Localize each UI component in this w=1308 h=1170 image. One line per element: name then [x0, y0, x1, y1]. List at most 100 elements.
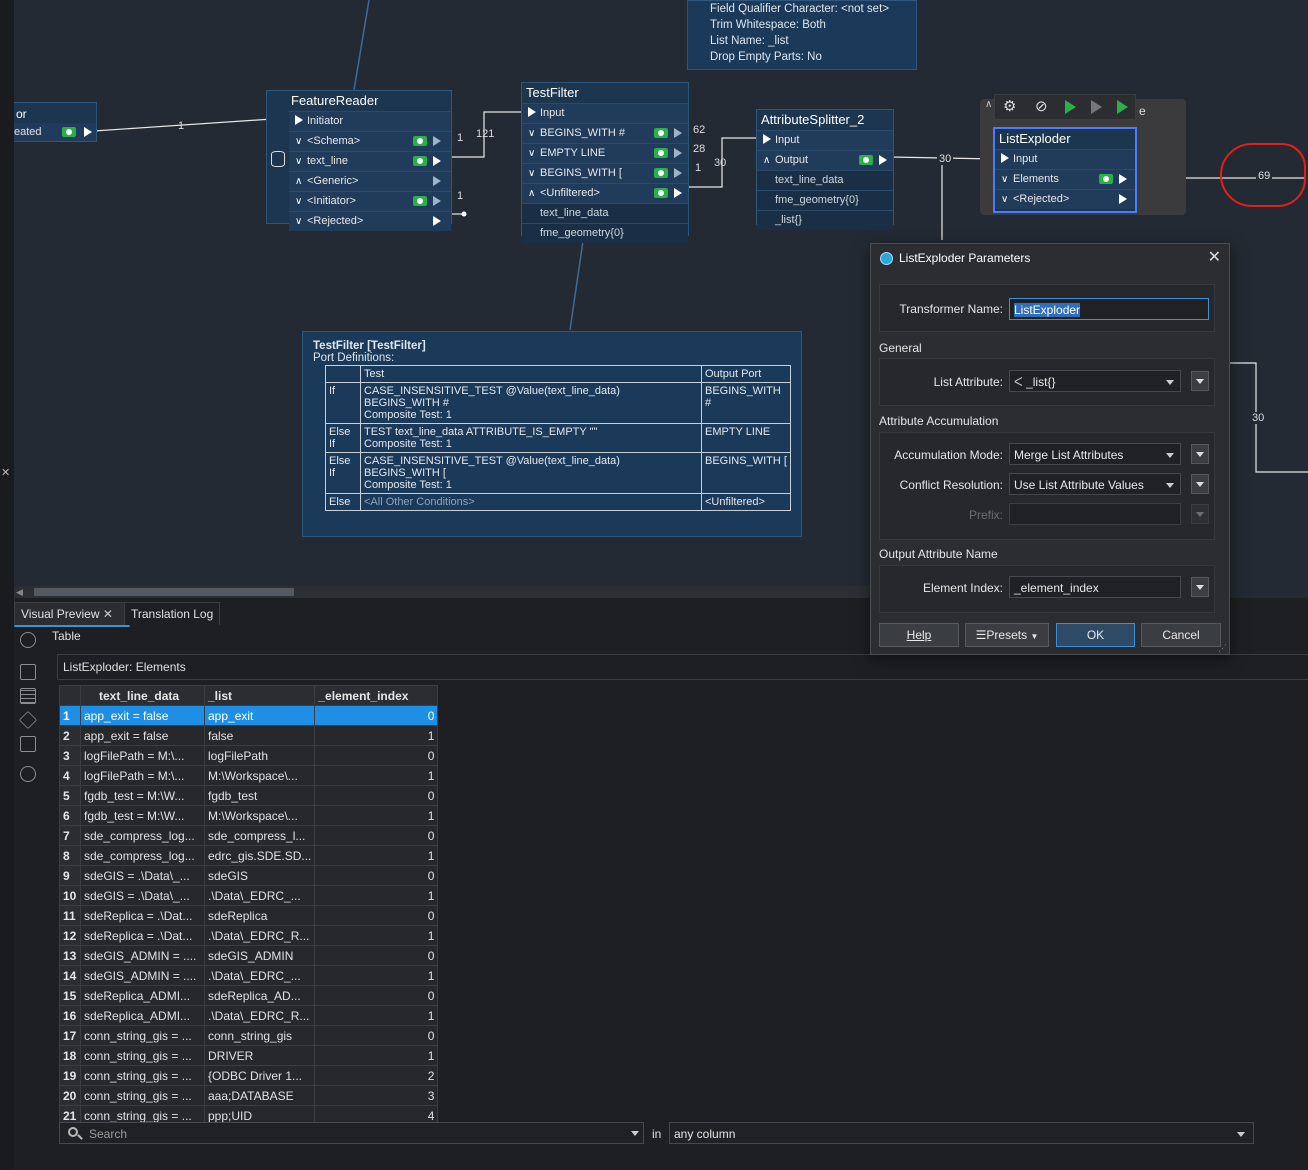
element-index-cell[interactable]: 2 [314, 1065, 439, 1086]
row-number-cell[interactable]: 19 [59, 1065, 81, 1086]
list-attribute-select[interactable]: ᐸ _list{} [1009, 370, 1181, 392]
preview-table[interactable]: text_line_data _list _element_index 1 app… [59, 685, 439, 1126]
eye-icon[interactable] [654, 128, 668, 138]
collapse-arrow-icon[interactable]: ∧ [985, 99, 992, 110]
scrollbar-thumb[interactable] [34, 588, 294, 596]
text-line-data-cell[interactable]: sdeReplica = .\Dat... [80, 925, 205, 946]
table-view-icon[interactable] [20, 688, 36, 704]
prefix-input[interactable] [1009, 503, 1181, 525]
list-cell[interactable]: sdeGIS_ADMIN [203, 945, 316, 966]
text-line-data-cell[interactable]: app_exit = false [80, 705, 205, 726]
disable-icon[interactable]: ⊘ [1035, 97, 1048, 115]
output-port-icon[interactable] [433, 136, 441, 146]
chevron-up-icon[interactable]: ∧ [528, 184, 540, 203]
table-row[interactable]: 14 sdeGIS_ADMIN = .... .\Data\_EDRC_... 1 [59, 965, 439, 986]
feature-info-icon[interactable] [20, 736, 36, 752]
column-header[interactable]: _list [203, 685, 316, 706]
list-cell[interactable]: DRIVER [203, 1045, 316, 1066]
run-from-this-icon[interactable] [1091, 100, 1102, 114]
element-index-cell[interactable]: 1 [314, 1005, 439, 1026]
eye-icon[interactable] [62, 127, 76, 137]
row-number-cell[interactable]: 4 [59, 765, 81, 786]
output-port-icon[interactable] [433, 216, 441, 226]
output-port-icon[interactable] [674, 168, 682, 178]
chevron-down-icon[interactable]: ∨ [295, 152, 307, 171]
element-index-cell[interactable]: 1 [314, 925, 439, 946]
port-input[interactable]: Input [757, 130, 893, 150]
chevron-down-icon[interactable]: ∨ [528, 144, 540, 163]
eye-icon[interactable] [654, 148, 668, 158]
table-row[interactable]: 5 fgdb_test = M:\W... fgdb_test 0 [59, 785, 439, 806]
list-cell[interactable]: .\Data\_EDRC_R... [203, 925, 316, 946]
resize-grip-icon[interactable]: ⋰ [1218, 643, 1227, 654]
attributesplitter-node[interactable]: AttributeSplitter_2 Input ∧ Output text_l… [756, 109, 894, 230]
port-initiator[interactable]: Initiator [289, 111, 451, 131]
port-input[interactable]: Input [995, 149, 1135, 169]
output-port-icon[interactable] [433, 156, 441, 166]
list-cell[interactable]: edrc_gis.SDE.SD... [203, 845, 316, 866]
output-port-icon[interactable] [1119, 194, 1127, 204]
listexploder-node[interactable]: ListExploder Input ∨ Elements ∨ <Rejected> [993, 127, 1137, 213]
text-line-data-cell[interactable]: sdeGIS = .\Data\_... [80, 865, 205, 886]
row-number-cell[interactable]: 1 [59, 705, 81, 726]
port-text-line[interactable]: ∨ text_line [289, 151, 451, 171]
row-number-cell[interactable]: 7 [59, 825, 81, 846]
chevron-down-icon[interactable] [1166, 483, 1174, 488]
list-cell[interactable]: .\Data\_EDRC_R... [203, 1005, 316, 1026]
table-row[interactable]: 8 sde_compress_log... edrc_gis.SDE.SD... 1 [59, 845, 439, 866]
canvas-horizontal-scrollbar[interactable]: ◀ [14, 586, 874, 598]
text-line-data-cell[interactable]: sdeGIS = .\Data\_... [80, 885, 205, 906]
partial-node-port[interactable]: eated [14, 123, 96, 141]
close-icon[interactable]: ✕ [1208, 244, 1221, 272]
gear-icon[interactable]: ⚙ [1003, 97, 1016, 115]
accumulation-mode-menu-button[interactable] [1191, 444, 1209, 464]
row-number-cell[interactable]: 12 [59, 925, 81, 946]
row-number-cell[interactable]: 10 [59, 885, 81, 906]
element-index-cell[interactable]: 0 [314, 785, 439, 806]
conflict-resolution-menu-button[interactable] [1191, 474, 1209, 494]
search-input[interactable]: Search [59, 1122, 644, 1144]
text-line-data-cell[interactable]: conn_string_gis = ... [80, 1045, 205, 1066]
dialog-title-bar[interactable]: ListExploder Parameters ✕ [871, 244, 1229, 272]
chevron-down-icon[interactable] [1166, 453, 1174, 458]
port-unfiltered[interactable]: ∧ <Unfiltered> [522, 183, 688, 203]
run-this-icon[interactable] [1117, 100, 1128, 114]
element-index-cell[interactable]: 0 [314, 865, 439, 886]
table-row[interactable]: 16 sdeReplica_ADMI... .\Data\_EDRC_R... 1 [59, 1005, 439, 1026]
list-cell[interactable]: conn_string_gis [203, 1025, 316, 1046]
tab-translation-log[interactable]: Translation Log [124, 602, 221, 625]
list-cell[interactable]: false [203, 725, 316, 746]
eye-icon[interactable] [654, 188, 668, 198]
chevron-down-icon[interactable]: ∨ [295, 192, 307, 211]
port-begins-with-bracket[interactable]: ∨ BEGINS_WITH [ [522, 163, 688, 183]
table-row[interactable]: 13 sdeGIS_ADMIN = .... sdeGIS_ADMIN 0 [59, 945, 439, 966]
display-control-icon[interactable] [20, 664, 36, 680]
port-input[interactable]: Input [522, 103, 688, 123]
eye-icon[interactable] [654, 168, 668, 178]
table-row[interactable]: 19 conn_string_gis = ... {ODBC Driver 1...… [59, 1065, 439, 1086]
text-line-data-cell[interactable]: logFilePath = M:\... [80, 745, 205, 766]
eye-icon[interactable] [859, 155, 873, 165]
list-cell[interactable]: aaa;DATABASE [203, 1085, 316, 1106]
list-cell[interactable]: sdeGIS [203, 865, 316, 886]
close-tab-icon[interactable]: ✕ [103, 607, 113, 621]
table-row[interactable]: 18 conn_string_gis = ... DRIVER 1 [59, 1045, 439, 1066]
column-header[interactable]: _element_index [314, 685, 439, 706]
table-row[interactable]: 11 sdeReplica = .\Dat... sdeReplica 0 [59, 905, 439, 926]
chevron-up-icon[interactable]: ∧ [295, 172, 307, 191]
port-empty-line[interactable]: ∨ EMPTY LINE [522, 143, 688, 163]
table-row[interactable]: 3 logFilePath = M:\... logFilePath 0 [59, 745, 439, 766]
output-port-icon[interactable] [674, 188, 682, 198]
text-line-data-cell[interactable]: sdeReplica_ADMI... [80, 985, 205, 1006]
search-scope-select[interactable]: any column [669, 1122, 1254, 1144]
port-begins-with-hash[interactable]: ∨ BEGINS_WITH # [522, 123, 688, 143]
element-index-cell[interactable]: 0 [314, 905, 439, 926]
element-index-cell[interactable]: 1 [314, 725, 439, 746]
list-cell[interactable]: logFilePath [203, 745, 316, 766]
collapse-arrow-icon[interactable]: ✕ [1, 466, 10, 479]
row-number-cell[interactable]: 13 [59, 945, 81, 966]
output-port-icon[interactable] [879, 155, 887, 165]
table-row[interactable]: 12 sdeReplica = .\Dat... .\Data\_EDRC_R...… [59, 925, 439, 946]
list-cell[interactable]: fgdb_test [203, 785, 316, 806]
port-rejected[interactable]: ∨ <Rejected> [289, 211, 451, 231]
